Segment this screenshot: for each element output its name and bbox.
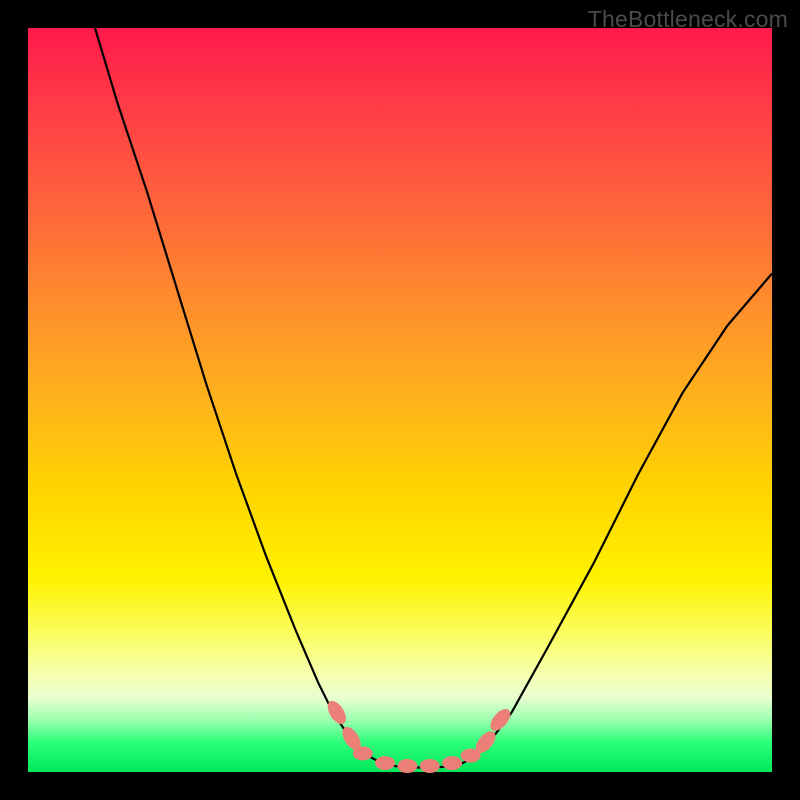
valley-marker <box>420 759 440 773</box>
valley-marker <box>353 746 373 760</box>
chart-frame: TheBottleneck.com <box>0 0 800 800</box>
curve-svg <box>28 28 772 772</box>
valley-markers <box>324 698 514 773</box>
slope-marker <box>487 705 514 734</box>
attribution-label: TheBottleneck.com <box>588 6 788 33</box>
bottleneck-curve <box>95 28 772 768</box>
valley-marker <box>375 756 395 770</box>
valley-marker <box>397 759 417 773</box>
valley-marker <box>442 756 462 770</box>
plot-area <box>28 28 772 772</box>
